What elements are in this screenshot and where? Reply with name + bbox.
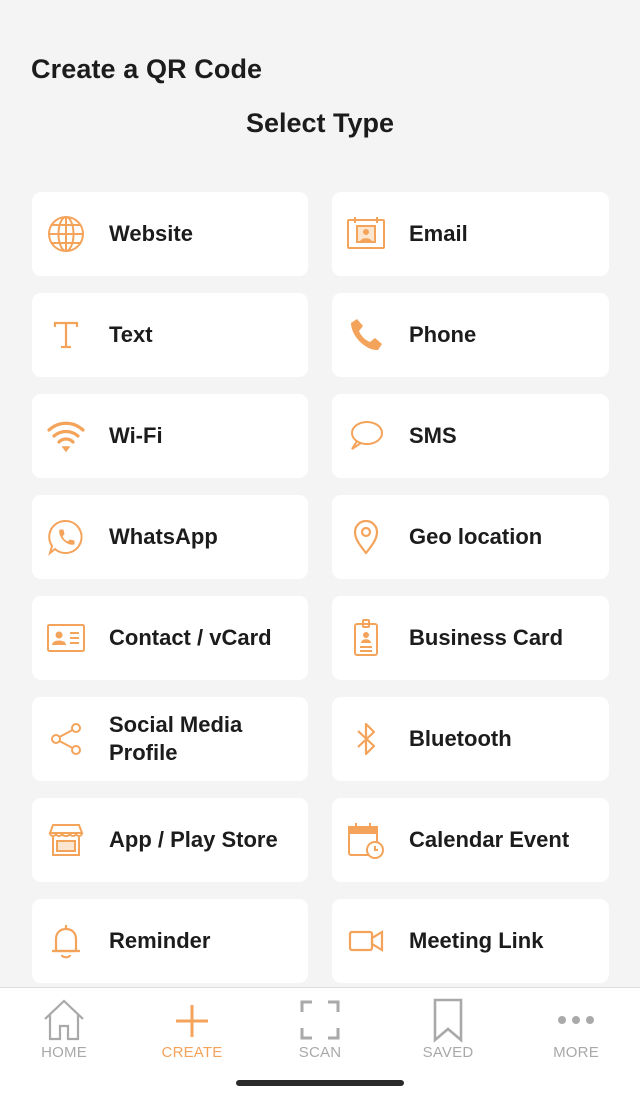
nav-create[interactable]: CREATE [128, 997, 256, 1068]
id-badge-icon [346, 618, 386, 658]
bluetooth-icon [346, 719, 386, 759]
type-card-email[interactable]: Email [332, 192, 609, 276]
type-card-label: Meeting Link [409, 928, 544, 953]
type-card-label: WhatsApp [109, 524, 218, 549]
email-icon [346, 214, 386, 254]
type-card-sms[interactable]: SMS [332, 394, 609, 478]
nav-label: MORE [553, 1044, 599, 1061]
home-indicator[interactable] [236, 1080, 404, 1086]
type-card-website[interactable]: Website [32, 192, 308, 276]
type-card-bluetooth[interactable]: Bluetooth [332, 697, 609, 781]
type-card-label: Website [109, 221, 193, 246]
type-card-label: Phone [409, 322, 477, 347]
type-card-phone[interactable]: Phone [332, 293, 609, 377]
share-icon [46, 719, 86, 759]
globe-icon [46, 214, 86, 254]
nav-label: CREATE [161, 1044, 223, 1061]
type-card-wifi[interactable]: Wi-Fi [32, 394, 308, 478]
nav-label: SAVED [422, 1044, 474, 1061]
type-card-label: App / Play Store [109, 827, 278, 852]
type-card-contact-vcard[interactable]: Contact / vCard [32, 596, 308, 680]
phone-icon [346, 315, 386, 355]
type-card-label: Geo location [409, 524, 543, 549]
type-card-whatsapp[interactable]: WhatsApp [32, 495, 308, 579]
calendar-clock-icon [346, 820, 386, 860]
location-pin-icon [346, 517, 386, 557]
chat-bubble-icon [346, 416, 386, 456]
type-card-business-card[interactable]: Business Card [332, 596, 609, 680]
type-card-label: Reminder [109, 928, 211, 953]
type-card-geo-location[interactable]: Geo location [332, 495, 609, 579]
type-card-label: SMS [409, 423, 457, 448]
nav-home[interactable]: HOME [0, 997, 128, 1068]
whatsapp-icon [46, 517, 86, 557]
page-title: Create a QR Code [31, 54, 263, 84]
contact-card-icon [46, 618, 86, 658]
type-card-meeting-link[interactable]: Meeting Link [332, 899, 609, 983]
text-icon [46, 315, 86, 355]
type-card-label: Bluetooth [409, 726, 512, 751]
scan-frame-icon [300, 1000, 340, 1040]
type-card-label: Calendar Event [409, 827, 570, 852]
nav-scan[interactable]: SCAN [256, 997, 384, 1068]
qr-type-grid: Website Email Text Phone Wi-Fi SMS Whats… [32, 192, 609, 983]
type-card-label: Business Card [409, 625, 564, 650]
type-card-calendar-event[interactable]: Calendar Event [332, 798, 609, 882]
more-dots-icon [558, 1016, 594, 1024]
section-title: Select Type [245, 108, 395, 138]
plus-icon [176, 1005, 208, 1037]
video-camera-icon [346, 921, 386, 961]
type-card-label: Social Media Profile [109, 712, 243, 765]
type-card-text[interactable]: Text [32, 293, 308, 377]
nav-saved[interactable]: SAVED [384, 997, 512, 1068]
type-card-reminder[interactable]: Reminder [32, 899, 308, 983]
type-card-label: Email [409, 221, 468, 246]
nav-label: SCAN [298, 1044, 342, 1061]
type-card-social-media-profile[interactable]: Social Media Profile [32, 697, 308, 781]
nav-more[interactable]: MORE [512, 997, 640, 1068]
home-icon [44, 999, 84, 1041]
type-card-label: Text [109, 322, 153, 347]
nav-label: HOME [41, 1044, 87, 1061]
type-card-label: Contact / vCard [109, 625, 272, 650]
bell-icon [46, 921, 86, 961]
wifi-icon [46, 416, 86, 456]
store-icon [46, 820, 86, 860]
bookmark-icon [433, 998, 463, 1043]
type-card-label: Wi-Fi [109, 423, 163, 448]
type-card-app-play-store[interactable]: App / Play Store [32, 798, 308, 882]
